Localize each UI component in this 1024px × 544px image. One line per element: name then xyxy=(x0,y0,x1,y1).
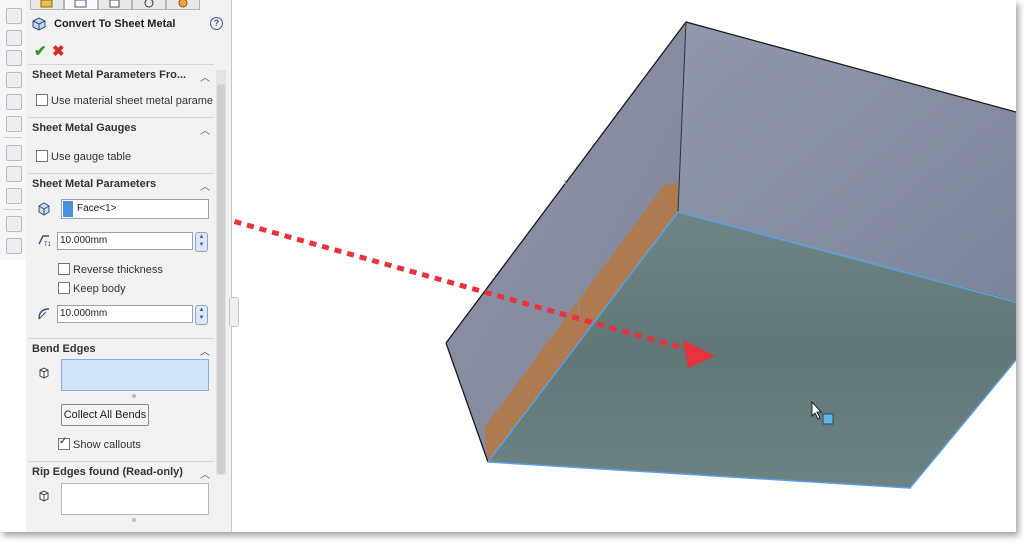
toolbar-icon-9[interactable] xyxy=(6,188,22,204)
toolbar-icon-11[interactable] xyxy=(6,238,22,254)
section-bend-edges[interactable]: Bend Edges ︿ xyxy=(28,338,214,359)
toolbar-separator xyxy=(4,209,22,210)
ok-button[interactable]: ✔ xyxy=(34,42,47,60)
bend-radius-spinner[interactable]: ▲ ▼ xyxy=(195,305,208,325)
cursor-face-indicator xyxy=(822,413,834,425)
show-callouts-checkbox[interactable]: Show callouts xyxy=(58,436,141,451)
thickness-icon: T1 xyxy=(38,235,51,247)
bend-edges-list[interactable] xyxy=(61,359,209,391)
fixed-face-field[interactable]: Face<1> xyxy=(61,199,209,219)
checkbox-label: Use gauge table xyxy=(51,151,132,163)
tab-property-manager[interactable] xyxy=(64,0,98,10)
section-title: Rip Edges found (Read-only) xyxy=(32,466,183,478)
checkbox-box[interactable] xyxy=(58,436,70,450)
use-material-params-checkbox[interactable]: Use material sheet metal parame xyxy=(36,94,213,107)
scrollbar-thumb[interactable] xyxy=(217,84,225,474)
bend-radius-icon xyxy=(38,308,50,320)
toolbar-icon-10[interactable] xyxy=(6,216,22,232)
tab-dimxpert-manager[interactable] xyxy=(132,0,166,10)
section-gauges[interactable]: Sheet Metal Gauges ︿ xyxy=(28,117,214,138)
property-manager-header: Convert To Sheet Metal ? xyxy=(30,16,226,34)
toolbar-icon-3[interactable] xyxy=(6,50,22,66)
application-window: Convert To Sheet Metal ? ✔ ✖ Sheet Metal… xyxy=(0,0,1016,532)
resize-handle[interactable] xyxy=(132,394,136,398)
toolbar-separator xyxy=(4,137,22,138)
chevron-up-icon[interactable]: ︿ xyxy=(200,343,210,358)
svg-text:T1: T1 xyxy=(44,242,51,247)
chevron-up-icon[interactable]: ︿ xyxy=(200,178,210,193)
tab-display-manager[interactable] xyxy=(166,0,200,10)
chevron-up-icon[interactable]: ︿ xyxy=(200,466,210,481)
bend-radius-value: 10.000mm xyxy=(60,308,108,319)
section-params-from-material[interactable]: Sheet Metal Parameters Fro... ︿ xyxy=(28,64,214,85)
toolbar-icon-5[interactable] xyxy=(6,94,22,110)
section-title: Sheet Metal Parameters xyxy=(32,178,157,190)
toolbar-icon-8[interactable] xyxy=(6,166,22,182)
toolbar-icon-7[interactable] xyxy=(6,145,22,161)
section-title: Sheet Metal Gauges xyxy=(32,122,137,134)
property-manager-panel: Convert To Sheet Metal ? ✔ ✖ Sheet Metal… xyxy=(26,0,232,532)
left-toolbar xyxy=(0,0,27,260)
section-title: Bend Edges xyxy=(32,343,96,355)
checkbox-box[interactable] xyxy=(36,94,48,106)
selection-color-swatch xyxy=(63,201,73,217)
panel-scrollbar[interactable] xyxy=(216,70,226,475)
resize-handle[interactable] xyxy=(132,518,136,522)
help-icon[interactable]: ? xyxy=(210,17,223,30)
face-select-icon xyxy=(38,202,50,216)
section-sheet-metal-parameters[interactable]: Sheet Metal Parameters ︿ xyxy=(28,173,214,194)
property-manager-title: Convert To Sheet Metal xyxy=(54,18,176,30)
checkbox-label: Keep body xyxy=(73,283,126,295)
bend-radius-input[interactable]: 10.000mm xyxy=(57,305,193,323)
checkbox-label: Reverse thickness xyxy=(73,264,163,276)
checkbox-box[interactable] xyxy=(58,282,70,294)
thickness-spinner[interactable]: ▲ ▼ xyxy=(195,232,208,252)
rip-edge-icon xyxy=(39,490,49,502)
panel-splitter-handle[interactable] xyxy=(229,297,239,327)
toolbar-icon-1[interactable] xyxy=(6,8,22,24)
checkbox-label: Show callouts xyxy=(73,439,141,451)
cancel-button[interactable]: ✖ xyxy=(52,42,65,60)
fixed-face-value: Face<1> xyxy=(77,203,117,214)
manager-tabs xyxy=(26,0,231,10)
section-title: Sheet Metal Parameters Fro... xyxy=(32,69,187,81)
checkbox-box[interactable] xyxy=(58,263,70,275)
convert-sheet-metal-icon xyxy=(32,17,46,31)
section-rip-edges[interactable]: Rip Edges found (Read-only) ︿ xyxy=(28,461,214,482)
chevron-up-icon[interactable]: ︿ xyxy=(200,69,210,84)
collect-all-bends-button[interactable]: Collect All Bends xyxy=(61,404,149,426)
chevron-up-icon[interactable]: ︿ xyxy=(200,122,210,137)
reverse-thickness-checkbox[interactable]: Reverse thickness xyxy=(58,263,163,276)
tab-configuration-manager[interactable] xyxy=(98,0,132,10)
toolbar-icon-6[interactable] xyxy=(6,116,22,132)
toolbar-icon-2[interactable] xyxy=(6,30,22,46)
edge-select-icon xyxy=(39,367,49,379)
thickness-input[interactable]: 10.000mm xyxy=(57,232,193,250)
keep-body-checkbox[interactable]: Keep body xyxy=(58,282,126,295)
checkbox-box[interactable] xyxy=(36,150,48,162)
thickness-value: 10.000mm xyxy=(60,235,108,246)
checkbox-label: Use material sheet metal parame xyxy=(51,95,214,107)
use-gauge-table-checkbox[interactable]: Use gauge table xyxy=(36,150,131,163)
toolbar-icon-4[interactable] xyxy=(6,72,22,88)
rip-edges-list xyxy=(61,483,209,515)
tab-feature-manager[interactable] xyxy=(30,0,64,10)
